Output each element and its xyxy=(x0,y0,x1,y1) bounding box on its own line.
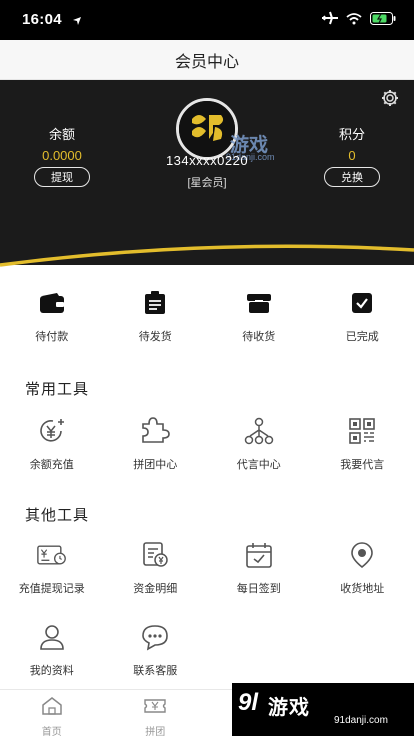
tab-home[interactable]: 首页 xyxy=(0,690,104,736)
header-curve xyxy=(0,232,414,267)
common-tools-row: 余额充值 拼团中心 代言中心 我要代言 xyxy=(0,416,414,472)
exchange-button[interactable]: 兑换 xyxy=(324,167,380,187)
network-icon xyxy=(244,416,274,446)
yuan-recharge-icon xyxy=(37,416,67,446)
watermark-logo: 9l xyxy=(238,689,259,716)
tab-label: 拼团 xyxy=(145,727,166,736)
watermark-banner-text: 游戏 xyxy=(268,697,310,719)
tool-label: 每日签到 xyxy=(236,583,281,595)
tool-daily-checkin[interactable]: 每日签到 xyxy=(207,540,311,596)
order-completed[interactable]: 已完成 xyxy=(311,288,414,350)
order-label: 待付款 xyxy=(35,331,69,343)
watermark-banner: 9l 游戏 91danji.com xyxy=(232,683,414,736)
tool-group-buy-center[interactable]: 拼团中心 xyxy=(104,416,208,472)
order-pending-receipt[interactable]: 待收货 xyxy=(207,288,311,350)
tool-label: 收货地址 xyxy=(340,583,385,595)
watermark-banner-url: 91danji.com xyxy=(334,715,388,726)
status-time: 16:04 xyxy=(22,11,62,28)
points-block: 积分 0 兑换 xyxy=(312,124,392,187)
tool-become-endorser[interactable]: 我要代言 xyxy=(311,416,414,472)
tab-group-buy[interactable]: 拼团 xyxy=(104,690,208,736)
tool-contact-support[interactable]: 联系客服 xyxy=(104,622,208,678)
home-icon xyxy=(41,697,63,720)
order-label: 待发货 xyxy=(138,331,172,343)
location-icon xyxy=(347,540,377,570)
tool-my-profile[interactable]: 我的资料 xyxy=(0,622,104,678)
wallet-icon xyxy=(37,288,67,318)
ticket-icon xyxy=(143,697,167,720)
order-label: 待收货 xyxy=(242,331,276,343)
tool-label: 拼团中心 xyxy=(133,459,178,471)
order-pending-shipment[interactable]: 待发货 xyxy=(104,288,208,350)
other-tools-row-1: 充值提现记录 资金明细 每日签到 收货地址 xyxy=(0,540,414,596)
order-label: 已完成 xyxy=(345,331,379,343)
tool-label: 充值提现记录 xyxy=(18,583,85,595)
other-tools-title: 其他工具 xyxy=(25,507,90,524)
tool-label: 我要代言 xyxy=(340,459,385,471)
puzzle-icon xyxy=(140,416,171,446)
calendar-check-icon xyxy=(244,540,274,570)
chat-icon xyxy=(140,622,170,652)
other-tools-row-2: 我的资料 联系客服 xyxy=(0,622,414,678)
status-bar: 16:04 xyxy=(0,0,414,40)
points-value: 0 xyxy=(348,148,356,163)
tool-label: 联系客服 xyxy=(133,665,178,677)
fund-detail-icon xyxy=(140,540,170,570)
check-box-icon xyxy=(347,288,377,318)
wifi-icon xyxy=(346,12,362,30)
user-icon xyxy=(37,622,67,652)
tool-fund-details[interactable]: 资金明细 xyxy=(104,540,208,596)
record-card-icon xyxy=(36,540,67,570)
tool-label: 我的资料 xyxy=(29,665,74,677)
tool-balance-recharge[interactable]: 余额充值 xyxy=(0,416,104,472)
nav-bar: 会员中心 xyxy=(0,40,414,80)
tab-label: 首页 xyxy=(41,727,62,736)
tool-recharge-withdraw-records[interactable]: 充值提现记录 xyxy=(0,540,104,596)
battery-icon xyxy=(370,11,396,30)
page-title: 会员中心 xyxy=(174,53,239,71)
points-label: 积分 xyxy=(338,127,365,142)
clipboard-icon xyxy=(140,288,170,318)
qr-code-icon xyxy=(347,416,377,446)
gift-box-icon xyxy=(244,288,274,318)
tool-endorsement-center[interactable]: 代言中心 xyxy=(207,416,311,472)
tool-label: 代言中心 xyxy=(236,459,281,471)
airplane-icon xyxy=(322,11,338,30)
location-arrow-icon xyxy=(72,13,82,31)
order-status-row: 待付款 待发货 待收货 已完成 xyxy=(0,288,414,350)
tool-label: 资金明细 xyxy=(133,583,178,595)
common-tools-title: 常用工具 xyxy=(25,381,90,398)
tool-shipping-address[interactable]: 收货地址 xyxy=(311,540,414,596)
balance-label: 余额 xyxy=(48,127,75,142)
order-pending-payment[interactable]: 待付款 xyxy=(0,288,104,350)
tool-label: 余额充值 xyxy=(29,459,74,471)
settings-gear-icon[interactable] xyxy=(380,88,400,108)
